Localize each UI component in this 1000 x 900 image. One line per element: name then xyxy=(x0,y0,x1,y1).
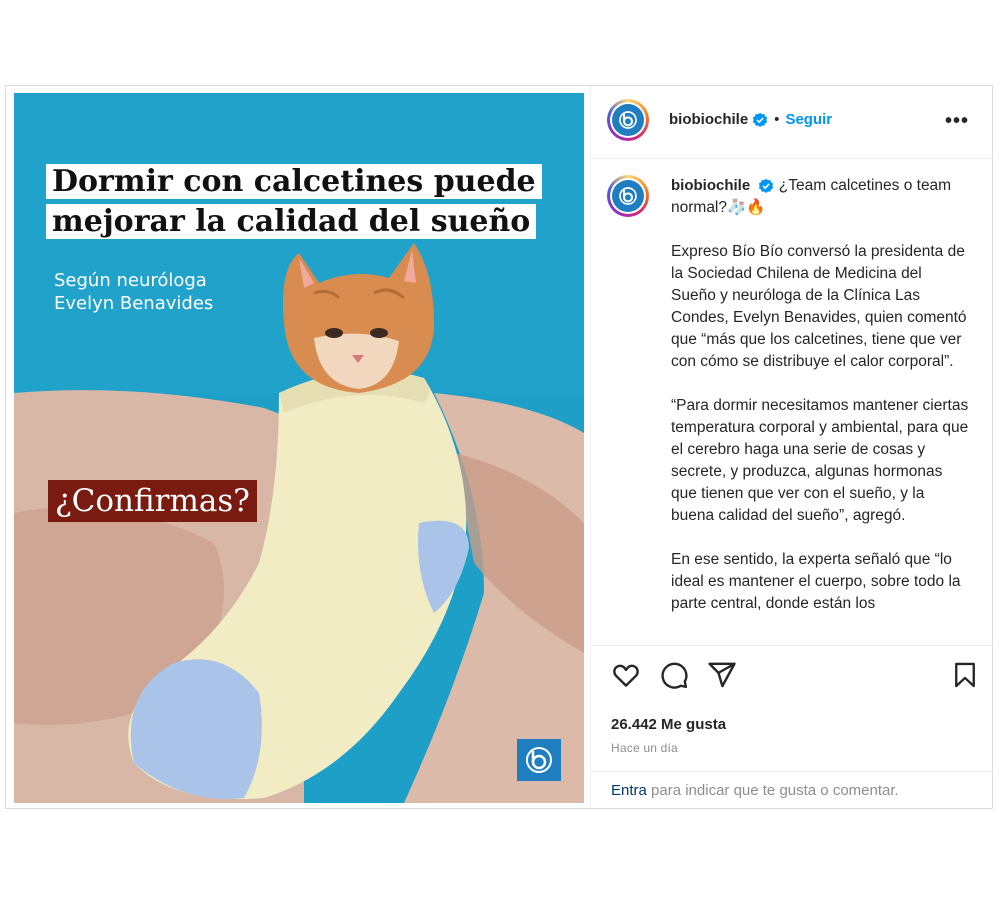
subline-line-1: Según neuróloga xyxy=(54,270,207,291)
headline-line-2: mejorar la calidad del sueño xyxy=(46,204,537,239)
login-link[interactable]: Entra xyxy=(611,782,647,799)
bookmark-icon[interactable] xyxy=(951,660,979,690)
more-options-icon[interactable]: ••• xyxy=(945,110,969,133)
verified-badge-icon xyxy=(759,178,774,193)
caption-area: biobiochile ¿Team calcetines o team norm… xyxy=(591,159,993,645)
verified-badge-icon xyxy=(753,112,768,127)
post-timestamp[interactable]: Hace un día xyxy=(611,741,678,755)
image-subline: Según neuróloga Evelyn Benavides xyxy=(54,269,213,315)
subline-line-2: Evelyn Benavides xyxy=(54,293,214,314)
comment-prompt-rest: para indicar que te gusta o comentar. xyxy=(646,782,899,799)
post-image[interactable]: Dormir con calcetines puede mejorar la c… xyxy=(14,93,584,803)
image-headline: Dormir con calcetines puede mejorar la c… xyxy=(46,162,556,242)
username-link[interactable]: biobiochile xyxy=(669,111,748,128)
biobio-avatar-icon xyxy=(612,104,644,136)
headline-line-1: Dormir con calcetines puede xyxy=(46,164,542,199)
caption-text: biobiochile ¿Team calcetines o team norm… xyxy=(671,175,969,637)
comment-prompt-text: Entra para indicar que te gusta o coment… xyxy=(611,782,899,799)
post-sidebar: biobiochile • Seguir ••• biobiochile ¿Te… xyxy=(590,86,993,808)
separator-dot: • xyxy=(774,111,780,128)
follow-button[interactable]: Seguir xyxy=(785,111,832,128)
biobio-logo-icon xyxy=(517,739,561,781)
post-header: biobiochile • Seguir ••• xyxy=(591,86,993,159)
caption-avatar[interactable] xyxy=(607,175,649,217)
confirm-question-label: ¿Confirmas? xyxy=(48,480,257,522)
header-user-line: biobiochile • Seguir xyxy=(669,111,832,128)
actions-area: 26.442 Me gusta Hace un día Entra para i… xyxy=(591,645,993,809)
caption-username-link[interactable]: biobiochile xyxy=(671,177,750,194)
caption-paragraph-3: En ese sentido, la experta señaló que “l… xyxy=(671,551,961,612)
heart-icon[interactable] xyxy=(611,660,641,690)
biobio-avatar-icon xyxy=(612,180,644,212)
avatar[interactable] xyxy=(607,99,649,141)
instagram-post: Dormir con calcetines puede mejorar la c… xyxy=(5,85,993,809)
comment-icon[interactable] xyxy=(659,660,689,690)
caption-paragraph-2: “Para dormir necesitamos mantener cierta… xyxy=(671,397,969,524)
caption-paragraph-1: Expreso Bío Bío conversó la presidenta d… xyxy=(671,243,967,370)
share-icon[interactable] xyxy=(707,660,737,690)
comment-prompt: Entra para indicar que te gusta o coment… xyxy=(591,771,993,810)
likes-count[interactable]: 26.442 Me gusta xyxy=(611,716,726,733)
